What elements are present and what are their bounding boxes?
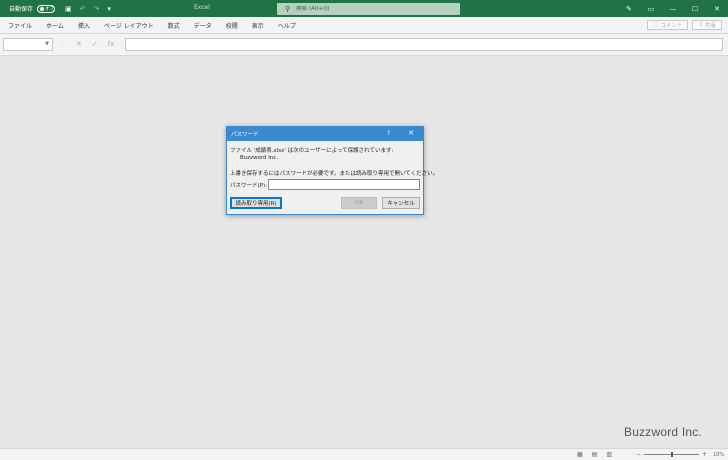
close-button[interactable]: ✕ xyxy=(706,5,728,13)
normal-view-icon[interactable]: ▦ xyxy=(577,451,583,458)
cancel-entry-icon[interactable]: ✕ xyxy=(76,40,82,48)
formula-input[interactable] xyxy=(125,38,723,51)
password-dialog: パスワード ? ✕ ファイル '成績表.xlsx' は次のユーザーによって保護さ… xyxy=(226,126,438,215)
help-button[interactable]: ? xyxy=(387,130,390,137)
title-bar: 自動保存 オフ ▣ ↶ ↷ ▾ Excel ⚲ ✎ ▭ — ☐ ✕ xyxy=(0,0,728,17)
search-box[interactable]: ⚲ xyxy=(277,3,460,15)
tab-formulas[interactable]: 数式 xyxy=(168,21,180,30)
autosave-state: オフ xyxy=(45,6,55,12)
zoom-in-button[interactable]: + xyxy=(702,451,707,458)
autosave-label: 自動保存 xyxy=(9,6,34,13)
zoom-slider[interactable] xyxy=(644,452,700,457)
redo-icon[interactable]: ↷ xyxy=(94,5,100,13)
read-only-button[interactable]: 読み取り専用(R) xyxy=(230,197,282,209)
quick-access-toolbar: ▣ ↶ ↷ ▾ xyxy=(65,5,111,13)
tab-page-layout[interactable]: ページ レイアウト xyxy=(104,21,154,30)
formula-controls: ⋮ ✕ ✓ fx xyxy=(59,40,114,48)
chevron-down-icon[interactable]: ▼ xyxy=(45,41,49,47)
autosave-control[interactable]: 自動保存 オフ xyxy=(9,4,56,13)
dialog-title: パスワード xyxy=(231,132,259,138)
share-icon: ⇪ xyxy=(698,22,703,28)
zoom-percent[interactable]: 10% xyxy=(713,452,724,458)
watermark: Buzzword Inc. xyxy=(624,425,702,439)
customize-qat-icon[interactable]: ▾ xyxy=(107,5,111,13)
ribbon-display-icon[interactable]: ▭ xyxy=(640,5,662,13)
password-label: パスワード(P): xyxy=(230,183,267,189)
cancel-button[interactable]: キャンセル xyxy=(382,197,420,209)
owner-name: Buzzword Inc. xyxy=(240,155,279,161)
undo-icon[interactable]: ↶ xyxy=(80,5,86,13)
share-label: 共有 xyxy=(704,23,716,29)
tab-help[interactable]: ヘルプ xyxy=(278,21,296,30)
tab-data[interactable]: データ xyxy=(194,21,212,30)
page-layout-view-icon[interactable]: ▤ xyxy=(592,451,598,458)
toggle-knob xyxy=(40,6,45,11)
tab-insert[interactable]: 挿入 xyxy=(78,21,90,30)
minimize-button[interactable]: — xyxy=(662,5,684,13)
ribbon-tabs: ファイル ホーム 挿入 ページ レイアウト 数式 データ 校閲 表示 ヘルプ ▢… xyxy=(0,17,728,34)
share-button[interactable]: ⇪ 共有 xyxy=(692,20,722,30)
confirm-entry-icon[interactable]: ✓ xyxy=(92,40,98,48)
window-controls: ✎ ▭ — ☐ ✕ xyxy=(618,0,728,17)
tab-file[interactable]: ファイル xyxy=(8,21,32,30)
tab-home[interactable]: ホーム xyxy=(46,21,64,30)
password-required-message: 上書き保存するにはパスワードが必要です。または読み取り専用で開いてください。 xyxy=(230,171,439,177)
status-bar: ▦ ▤ ▥ − + 10% xyxy=(0,448,728,460)
password-field[interactable] xyxy=(268,179,420,190)
insert-function-icon[interactable]: fx xyxy=(108,40,115,48)
autosave-toggle[interactable]: オフ xyxy=(37,4,56,13)
zoom-slider-thumb[interactable] xyxy=(670,452,673,457)
tab-view[interactable]: 表示 xyxy=(252,21,264,30)
splitter-icon[interactable]: ⋮ xyxy=(59,40,66,48)
maximize-button[interactable]: ☐ xyxy=(684,5,706,13)
comment-icon: ▢ xyxy=(653,22,659,28)
view-buttons: ▦ ▤ ▥ xyxy=(577,451,612,458)
ok-button[interactable]: OK xyxy=(341,197,377,209)
pen-icon[interactable]: ✎ xyxy=(618,5,640,13)
save-icon[interactable]: ▣ xyxy=(65,5,72,13)
formula-bar: ▼ ⋮ ✕ ✓ fx xyxy=(0,34,728,56)
zoom-control: − + 10% xyxy=(636,451,724,458)
ribbon-actions: ▢ コメント ⇪ 共有 xyxy=(647,20,722,30)
dialog-close-button[interactable]: ✕ xyxy=(408,129,414,137)
comment-button[interactable]: ▢ コメント xyxy=(647,20,689,30)
tab-review[interactable]: 校閲 xyxy=(226,21,238,30)
comment-label: コメント xyxy=(660,23,683,29)
protection-message: ファイル '成績表.xlsx' は次のユーザーによって保護されています: xyxy=(230,148,394,154)
search-input[interactable] xyxy=(296,6,447,12)
dialog-title-bar: パスワード ? ✕ xyxy=(227,127,423,141)
name-box[interactable]: ▼ xyxy=(3,38,53,51)
app-title: Excel xyxy=(194,4,210,11)
page-break-view-icon[interactable]: ▥ xyxy=(606,451,612,458)
zoom-out-button[interactable]: − xyxy=(636,451,641,458)
search-icon: ⚲ xyxy=(285,5,291,13)
